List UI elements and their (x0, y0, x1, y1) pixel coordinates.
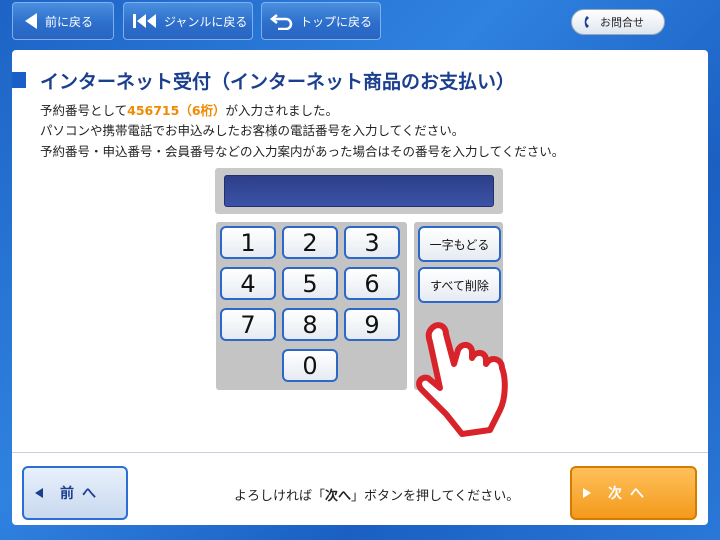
footer-msg-after: 」ボタンを押してください。 (351, 489, 520, 504)
reservation-number: 456715（6桁） (127, 103, 226, 118)
prev-button[interactable]: 前へ (22, 466, 128, 520)
key-3[interactable]: 3 (344, 226, 400, 259)
info-line-3: 予約番号・申込番号・会員番号などの入力案内があった場合はその番号を入力してくださ… (40, 144, 565, 159)
key-9[interactable]: 9 (344, 308, 400, 341)
back-button[interactable]: 前に戻る (12, 2, 114, 40)
next-button[interactable]: 次へ (570, 466, 697, 520)
top-button[interactable]: トップに戻る (261, 2, 381, 40)
genre-back-button[interactable]: ジャンルに戻る (123, 2, 253, 40)
input-display (224, 175, 494, 207)
top-button-label: トップに戻る (300, 14, 373, 29)
page-title: インターネット受付（インターネット商品のお支払い） (40, 71, 516, 93)
footer-msg-bold: 次へ (325, 489, 352, 504)
key-1[interactable]: 1 (220, 226, 276, 259)
key-7[interactable]: 7 (220, 308, 276, 341)
info-suffix: が入力されました。 (225, 103, 339, 118)
back-button-label: 前に戻る (45, 14, 94, 29)
genre-back-label: ジャンルに戻る (164, 14, 248, 29)
prev-button-label: 前へ (60, 486, 104, 502)
key-2[interactable]: 2 (282, 226, 338, 259)
info-line-2: パソコンや携帯電話でお申込みしたお客様の電話番号を入力してください。 (40, 123, 465, 138)
info-prefix: 予約番号として (40, 103, 128, 118)
key-0[interactable]: 0 (282, 349, 338, 382)
pointing-hand-icon (410, 318, 528, 442)
double-skip-left-icon (132, 13, 158, 29)
key-8[interactable]: 8 (282, 308, 338, 341)
clear-all-button[interactable]: すべて削除 (418, 267, 501, 303)
contact-label: お問合せ (600, 16, 644, 29)
footer-divider (12, 452, 708, 453)
key-5[interactable]: 5 (282, 267, 338, 300)
phone-icon (584, 15, 594, 29)
contact-button[interactable]: お問合せ (571, 9, 665, 35)
return-arrow-icon (270, 12, 294, 30)
info-line-1: 予約番号として456715（6桁）が入力されました。 (40, 100, 338, 119)
numeric-keypad: 1 2 3 4 5 6 7 8 9 0 (216, 222, 407, 390)
triangle-right-icon (582, 487, 592, 499)
input-display-frame (215, 168, 503, 214)
title-marker (12, 72, 26, 88)
key-6[interactable]: 6 (344, 267, 400, 300)
key-4[interactable]: 4 (220, 267, 276, 300)
footer-msg-before: よろしければ「 (234, 489, 326, 504)
main-panel: インターネット受付（インターネット商品のお支払い） 予約番号として456715（… (12, 50, 708, 525)
triangle-left-icon (34, 487, 44, 499)
next-button-label: 次へ (608, 486, 652, 502)
footer-message: よろしければ「次へ」ボタンを押してください。 (234, 485, 519, 504)
backspace-button[interactable]: 一字もどる (418, 226, 501, 262)
triangle-left-icon (23, 12, 39, 30)
